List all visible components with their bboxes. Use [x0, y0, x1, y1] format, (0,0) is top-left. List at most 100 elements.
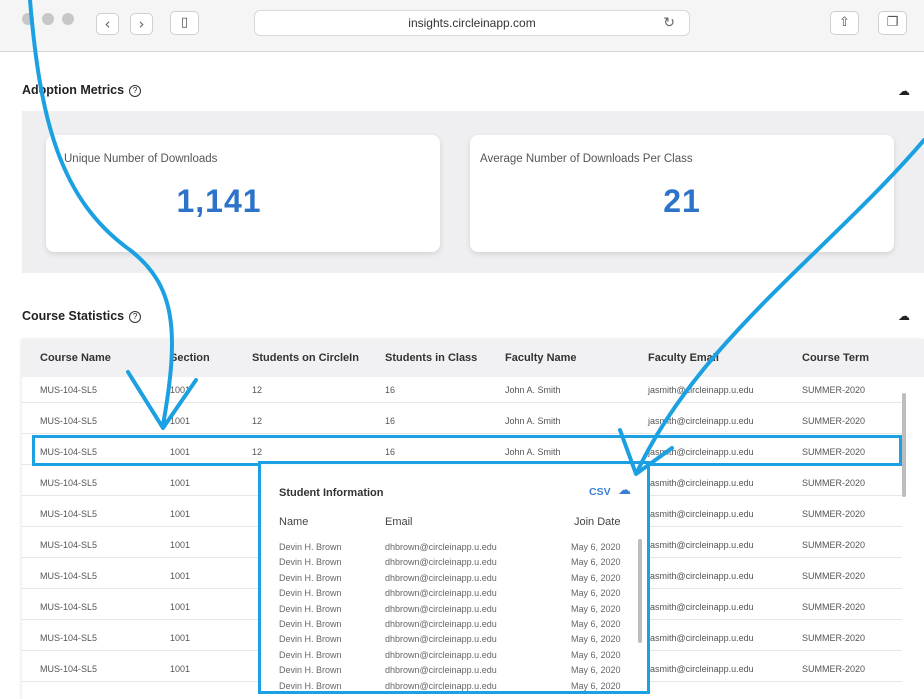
back-button[interactable]: ‹ — [96, 13, 119, 35]
table-scrollbar[interactable] — [902, 393, 906, 497]
student-information-popup: Student Information CSV ☁ Name Email Joi… — [258, 461, 650, 694]
window-close-dot[interactable] — [22, 13, 34, 25]
student-email: dhbrown@circleinapp.u.edu — [385, 619, 497, 629]
help-icon[interactable]: ? — [129, 311, 142, 323]
csv-download-button[interactable]: CSV — [589, 486, 611, 498]
sidebar-toggle-icon[interactable]: ▯ — [170, 11, 199, 35]
popup-column-header[interactable]: Name — [279, 516, 308, 528]
metric-label: Average Number of Downloads Per Class — [480, 153, 693, 165]
metric-card-unique-downloads: Unique Number of Downloads 1,141 — [46, 135, 440, 252]
help-icon[interactable]: ? — [129, 85, 142, 97]
table-cell: jasmith@circleinapp.u.edu — [648, 602, 754, 612]
student-join-date: May 6, 2020 — [571, 680, 621, 691]
student-email: dhbrown@circleinapp.u.edu — [385, 572, 497, 583]
table-cell: jasmith@circleinapp.u.edu — [648, 509, 754, 519]
table-cell: John A. Smith — [505, 385, 561, 395]
student-email: dhbrown@circleinapp.u.edu — [385, 634, 497, 645]
student-email: dhbrown@circleinapp.u.edu — [385, 542, 497, 552]
table-cell: MUS-104-SL5 — [40, 509, 98, 519]
student-name: Devin H. Brown — [279, 634, 342, 645]
table-cell: MUS-104-SL5 — [40, 633, 98, 643]
column-header[interactable]: Course Name — [40, 352, 111, 364]
table-cell: SUMMER-2020 — [802, 633, 866, 643]
table-cell: MUS-104-SL5 — [40, 478, 98, 488]
student-join-date: May 6, 2020 — [571, 634, 621, 645]
table-cell: 12 — [252, 385, 263, 395]
cloud-download-icon[interactable]: ☁ — [618, 483, 631, 498]
table-cell: 12 — [252, 416, 263, 426]
table-cell: SUMMER-2020 — [802, 664, 866, 674]
table-cell: jasmith@circleinapp.u.edu — [648, 571, 754, 581]
table-row[interactable]: MUS-104-SL5 1001 12 16 John A. Smith jasmith@… — [22, 408, 902, 434]
course-statistics-title: Course Statistics — [22, 309, 125, 323]
table-cell: SUMMER-2020 — [802, 385, 866, 395]
adoption-metrics-heading: Adoption Metrics? — [22, 83, 142, 97]
table-cell: 1001 — [170, 416, 191, 426]
column-header[interactable]: Section — [170, 352, 210, 364]
table-cell: 1001 — [170, 664, 191, 674]
popup-column-header[interactable]: Email — [385, 516, 413, 528]
student-email: dhbrown@circleinapp.u.edu — [385, 603, 497, 614]
metric-value: 1,141 — [176, 183, 262, 219]
student-join-date: May 6, 2020 — [571, 557, 621, 568]
table-cell: SUMMER-2020 — [802, 602, 866, 612]
table-cell: SUMMER-2020 — [802, 540, 866, 550]
table-cell: MUS-104-SL5 — [40, 571, 98, 581]
cloud-download-icon[interactable]: ☁ — [898, 310, 912, 322]
student-join-date: May 6, 2020 — [571, 649, 621, 660]
table-row[interactable]: MUS-104-SL5 1001 12 16 John A. Smith jasmith@… — [22, 377, 902, 403]
student-join-date: May 6, 2020 — [571, 665, 621, 676]
table-cell: 1001 — [170, 571, 191, 581]
table-cell: MUS-104-SL5 — [40, 664, 98, 674]
table-cell: jasmith@circleinapp.u.edu — [648, 478, 754, 488]
column-header[interactable]: Students on CircleIn — [252, 352, 359, 364]
cloud-download-icon[interactable]: ☁ — [898, 85, 912, 97]
table-cell: 1001 — [170, 478, 191, 488]
table-cell: 16 — [385, 385, 396, 395]
address-bar[interactable]: insights.circleinapp.com ↻ — [254, 10, 690, 36]
student-name: Devin H. Brown — [279, 665, 342, 676]
url-text: insights.circleinapp.com — [408, 16, 536, 30]
student-join-date: May 6, 2020 — [571, 619, 621, 629]
student-name: Devin H. Brown — [279, 542, 342, 552]
student-name: Devin H. Brown — [279, 619, 342, 629]
popup-title: Student Information — [279, 487, 384, 499]
student-email: dhbrown@circleinapp.u.edu — [385, 680, 497, 691]
column-header[interactable]: Faculty Email — [648, 352, 719, 364]
table-cell: John A. Smith — [505, 416, 561, 426]
table-cell: MUS-104-SL5 — [40, 385, 98, 395]
student-name: Devin H. Brown — [279, 649, 342, 660]
student-join-date: May 6, 2020 — [571, 588, 621, 599]
table-cell: SUMMER-2020 — [802, 478, 866, 488]
reload-icon[interactable]: ↻ — [663, 11, 675, 35]
student-name: Devin H. Brown — [279, 588, 342, 599]
student-join-date: May 6, 2020 — [571, 542, 621, 552]
share-icon[interactable]: ⇧ — [830, 11, 859, 35]
table-cell: jasmith@circleinapp.u.edu — [648, 664, 754, 674]
table-cell: MUS-104-SL5 — [40, 602, 98, 612]
student-email: dhbrown@circleinapp.u.edu — [385, 649, 497, 660]
popup-column-header[interactable]: Join Date — [574, 516, 620, 528]
adoption-metrics-title: Adoption Metrics — [22, 83, 125, 97]
popup-scrollbar[interactable] — [638, 539, 642, 643]
table-header: Course Name Section Students on CircleIn… — [22, 339, 924, 377]
table-cell: MUS-104-SL5 — [40, 540, 98, 550]
table-cell: SUMMER-2020 — [802, 416, 866, 426]
column-header[interactable]: Course Term — [802, 352, 869, 364]
column-header[interactable]: Students in Class — [385, 352, 477, 364]
tabs-overview-icon[interactable]: ❐ — [878, 11, 907, 35]
table-cell: SUMMER-2020 — [802, 509, 866, 519]
student-join-date: May 6, 2020 — [571, 572, 621, 583]
column-header[interactable]: Faculty Name — [505, 352, 577, 364]
forward-button[interactable]: › — [130, 13, 153, 35]
student-name: Devin H. Brown — [279, 557, 342, 568]
metric-label: Unique Number of Downloads — [64, 153, 218, 165]
window-zoom-dot[interactable] — [62, 13, 74, 25]
table-cell: jasmith@circleinapp.u.edu — [648, 385, 754, 395]
student-name: Devin H. Brown — [279, 680, 342, 691]
student-name: Devin H. Brown — [279, 572, 342, 583]
table-cell: 1001 — [170, 385, 191, 395]
table-cell: 1001 — [170, 540, 191, 550]
window-minimize-dot[interactable] — [42, 13, 54, 25]
table-cell: 1001 — [170, 633, 191, 643]
